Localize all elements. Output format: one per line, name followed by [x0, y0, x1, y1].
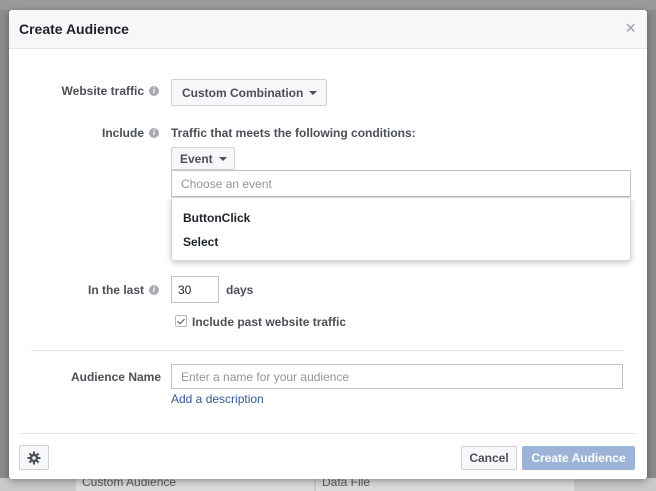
section-divider [31, 350, 623, 351]
website-traffic-select[interactable]: Custom Combination [171, 79, 327, 106]
include-conditions-text: Traffic that meets the following conditi… [171, 126, 416, 140]
footer-divider [19, 433, 637, 434]
settings-button[interactable] [19, 445, 49, 470]
audience-name-input[interactable] [171, 364, 623, 389]
days-unit-label: days [226, 283, 254, 297]
info-icon[interactable]: i [149, 285, 159, 295]
in-the-last-label-text: In the last [87, 283, 144, 297]
event-search-input[interactable] [171, 170, 631, 197]
dialog-title: Create Audience [19, 21, 129, 37]
chevron-down-icon [218, 156, 227, 161]
create-audience-button-label: Create Audience [531, 451, 626, 465]
event-type-value: Event [180, 151, 213, 166]
include-past-traffic-label: Include past website traffic [192, 315, 347, 329]
gear-icon [27, 451, 41, 464]
include-label: Include i [102, 126, 159, 140]
cancel-button[interactable]: Cancel [461, 446, 517, 470]
create-audience-button[interactable]: Create Audience [522, 446, 635, 470]
website-traffic-label-text: Website traffic [61, 84, 144, 98]
close-icon[interactable]: × [625, 19, 636, 37]
include-label-text: Include [101, 126, 144, 140]
include-past-traffic-checkbox[interactable] [175, 315, 187, 327]
info-icon[interactable]: i [149, 128, 159, 138]
website-traffic-value: Custom Combination [182, 85, 304, 100]
website-traffic-label: Website traffic i [62, 84, 159, 98]
audience-name-label-text: Audience Name [70, 370, 161, 384]
create-audience-dialog: Create Audience × Website traffic i Cust… [9, 10, 647, 479]
cancel-button-label: Cancel [469, 451, 509, 465]
add-description-link[interactable]: Add a description [171, 392, 264, 406]
chevron-down-icon [309, 90, 318, 95]
backdrop-top [0, 0, 656, 10]
event-dropdown: ButtonClick Select [171, 197, 631, 261]
event-type-select[interactable]: Event [171, 147, 235, 170]
dialog-header: Create Audience × [9, 10, 647, 49]
info-icon[interactable]: i [149, 86, 159, 96]
check-icon [177, 316, 185, 324]
in-the-last-label: In the last i [88, 283, 159, 297]
dropdown-option-select[interactable]: Select [183, 235, 218, 249]
days-input[interactable] [171, 276, 219, 303]
dropdown-option-buttonclick[interactable]: ButtonClick [183, 211, 250, 225]
audience-name-label: Audience Name [71, 370, 161, 384]
